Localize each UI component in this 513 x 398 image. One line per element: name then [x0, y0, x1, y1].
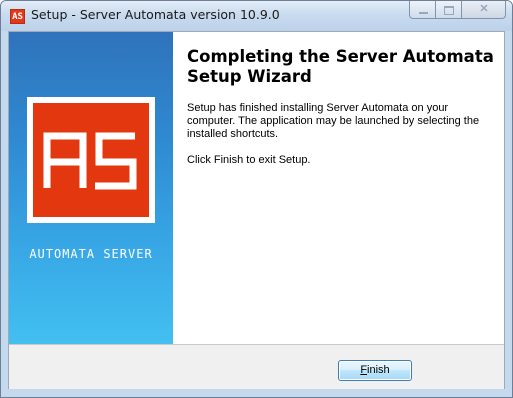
page-title: Completing the Server Automata Setup Wiz… — [187, 47, 494, 86]
main-panel: Completing the Server Automata Setup Wiz… — [173, 32, 504, 344]
app-logo-icon: AS — [10, 9, 25, 24]
sidebar-banner: AUTOMATA SERVER — [9, 32, 173, 344]
exit-instruction: Click Finish to exit Setup. — [187, 154, 311, 166]
product-logo — [27, 97, 155, 223]
close-button[interactable]: ✕ — [462, 1, 506, 19]
window-title: Setup - Server Automata version 10.9.0 — [31, 7, 280, 22]
finish-label: inish — [367, 364, 390, 376]
minimize-icon — [419, 12, 428, 14]
setup-window: AS Setup - Server Automata version 10.9.… — [0, 0, 513, 398]
maximize-icon — [444, 6, 454, 15]
wizard-content: AUTOMATA SERVER Completing the Server Au… — [8, 31, 505, 389]
brand-name: AUTOMATA SERVER — [29, 247, 153, 261]
completion-message: Setup has finished installing Server Aut… — [187, 102, 480, 140]
logo-mark — [33, 103, 149, 217]
maximize-button[interactable] — [436, 1, 462, 19]
title-bar[interactable]: AS Setup - Server Automata version 10.9.… — [1, 1, 512, 31]
minimize-button[interactable] — [409, 1, 436, 19]
close-icon: ✕ — [479, 3, 489, 15]
button-bar: Finish — [9, 344, 504, 389]
finish-button[interactable]: Finish — [338, 360, 412, 381]
caption-buttons: ✕ — [409, 1, 506, 20]
as-logo-icon — [43, 132, 137, 190]
